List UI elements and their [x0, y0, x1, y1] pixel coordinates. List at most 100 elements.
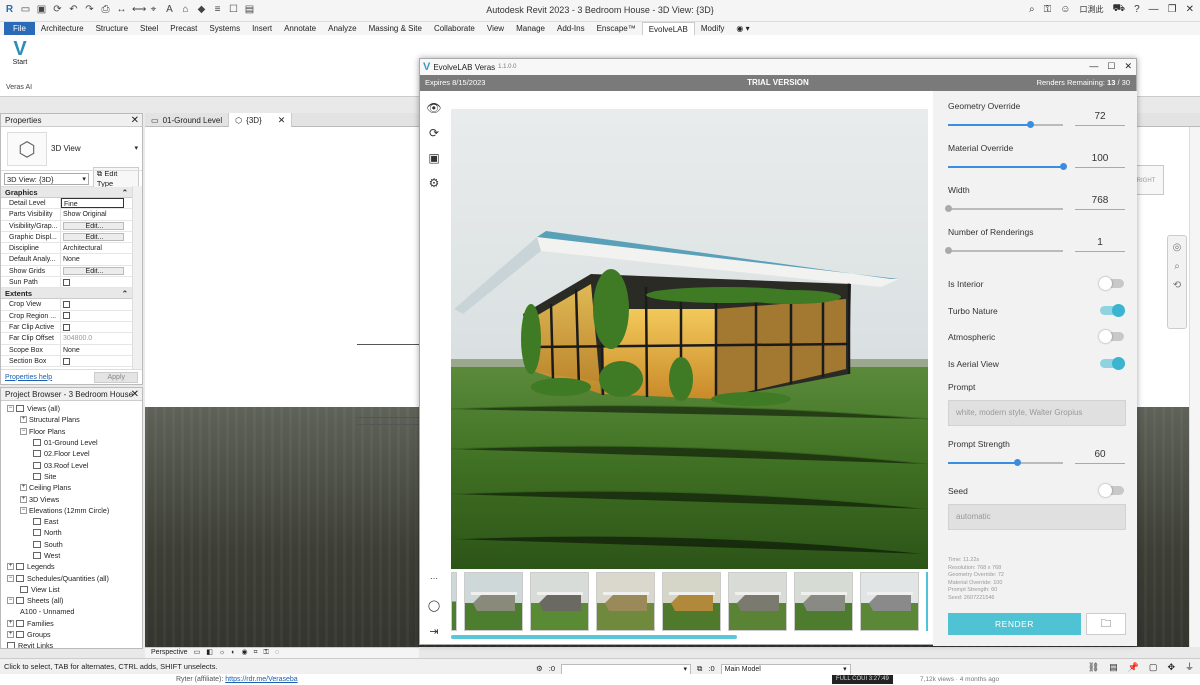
tab-file[interactable]: File: [4, 22, 35, 35]
atmospheric-toggle[interactable]: [1099, 330, 1124, 343]
close-icon[interactable]: ✕: [131, 388, 139, 401]
property-value[interactable]: [61, 322, 132, 332]
lock-icon[interactable]: ⚿: [264, 648, 269, 658]
tree-item[interactable]: + Families: [1, 618, 142, 629]
expand-toggle-icon[interactable]: −: [7, 574, 14, 582]
crop-icon[interactable]: ⌗: [254, 648, 258, 658]
is-interior-toggle[interactable]: [1099, 277, 1124, 290]
steering-wheel-icon[interactable]: ◎: [1173, 242, 1182, 253]
shadows-icon[interactable]: ◐: [231, 648, 235, 658]
minimize-icon[interactable]: —: [1089, 61, 1098, 72]
slider-handle[interactable]: [1013, 459, 1021, 466]
width-slider[interactable]: Width 768: [944, 185, 1128, 212]
property-section-header[interactable]: Extents ⌃: [1, 288, 132, 300]
tab-structure[interactable]: Structure: [90, 22, 134, 35]
expand-toggle-icon[interactable]: +: [7, 631, 14, 639]
property-section-header[interactable]: Graphics ⌃: [1, 187, 132, 198]
expand-toggle-icon[interactable]: −: [20, 427, 27, 435]
logout-icon[interactable]: ⇥: [426, 625, 442, 638]
tree-item[interactable]: South: [1, 539, 142, 550]
expand-toggle-icon[interactable]: −: [7, 405, 14, 413]
properties-help-link[interactable]: Properties help: [5, 374, 52, 381]
close-icon[interactable]: ✕: [1124, 61, 1132, 72]
render-thumbnail[interactable]: [794, 572, 853, 631]
checkbox[interactable]: [63, 278, 70, 286]
tree-item[interactable]: Revit Links: [1, 640, 142, 648]
checkbox[interactable]: [63, 312, 70, 320]
slider-handle[interactable]: [1027, 121, 1035, 128]
property-value[interactable]: [61, 311, 132, 321]
nodes-icon[interactable]: ⋯: [426, 574, 442, 583]
view-selector[interactable]: 3D View: {3D}: [4, 172, 89, 185]
user-icon[interactable]: ☺: [1060, 4, 1070, 15]
checkbox[interactable]: [63, 357, 70, 365]
close-icon[interactable]: ✕: [1186, 4, 1194, 15]
seed-input[interactable]: automatic: [948, 504, 1126, 530]
slider-handle[interactable]: [944, 205, 952, 212]
expand-toggle-icon[interactable]: +: [20, 484, 27, 492]
navigation-bar[interactable]: ◎ ⌕ ⟲: [1167, 235, 1187, 329]
checkbox[interactable]: [63, 301, 70, 309]
tree-item[interactable]: − Schedules/Quantities (all): [1, 572, 142, 583]
slider-value-input[interactable]: 60: [1075, 446, 1125, 464]
render-thumbnail-selected[interactable]: [926, 572, 928, 631]
tab-manage[interactable]: Manage: [510, 22, 551, 35]
chevron-down-icon[interactable]: ▾: [134, 144, 138, 152]
tree-item[interactable]: +3D Views: [1, 493, 142, 504]
tree-item[interactable]: A100 - Unnamed: [1, 606, 142, 617]
search-icon[interactable]: ⌕: [1029, 4, 1035, 15]
aerial-view-toggle[interactable]: [1100, 357, 1125, 370]
tab-architecture[interactable]: Architecture: [35, 22, 90, 35]
property-value[interactable]: Show Original: [61, 209, 132, 219]
tab-insert[interactable]: Insert: [246, 22, 278, 35]
maximize-icon[interactable]: ☐: [1107, 61, 1115, 72]
select-underlay-icon[interactable]: ▤: [1109, 659, 1118, 675]
veras-start-button[interactable]: V Start: [8, 39, 32, 66]
settings-icon[interactable]: ⚙: [426, 175, 442, 191]
tree-item[interactable]: 02.Floor Level: [1, 448, 142, 459]
slider-value-input[interactable]: 1: [1075, 234, 1125, 252]
tab-view[interactable]: View: [481, 22, 510, 35]
render-button[interactable]: RENDER: [948, 613, 1081, 635]
turbo-nature-toggle[interactable]: [1100, 304, 1125, 317]
visual-style-icon[interactable]: ◧: [206, 648, 213, 658]
eye-icon[interactable]: 👁: [426, 100, 442, 116]
properties-scrollbar[interactable]: [132, 186, 142, 369]
tree-item[interactable]: 03.Roof Level: [1, 459, 142, 470]
property-value[interactable]: Fine: [61, 198, 124, 209]
infocenter-icon[interactable]: ⚿: [1044, 4, 1052, 15]
tree-item[interactable]: − Elevations (12mm Circle): [1, 505, 142, 516]
property-value[interactable]: Architectural: [61, 243, 132, 253]
number-of-renderings-slider[interactable]: Number of Renderings 1: [944, 227, 1128, 254]
tree-item[interactable]: + Groups: [1, 629, 142, 640]
property-value[interactable]: Edit...: [63, 221, 124, 230]
render-thumbnail[interactable]: [451, 572, 457, 631]
render-thumbnail[interactable]: [530, 572, 589, 631]
ribbon-options-icon[interactable]: ◉ ▾: [730, 22, 755, 35]
detail-level-icon[interactable]: ▭: [194, 648, 201, 658]
cart-icon[interactable]: ⛟: [1112, 3, 1125, 16]
slider-track[interactable]: [948, 163, 1067, 170]
type-selector[interactable]: ⬡ 3D View ▾: [1, 127, 142, 171]
select-by-face-icon[interactable]: ▢: [1149, 659, 1158, 675]
property-value[interactable]: None: [61, 254, 132, 264]
tab-systems[interactable]: Systems: [203, 22, 246, 35]
render-thumbnail[interactable]: [662, 572, 721, 631]
filter-icon[interactable]: ⏚: [1185, 659, 1194, 675]
property-value[interactable]: Edit...: [63, 266, 124, 276]
slider-value-input[interactable]: 768: [1075, 192, 1125, 210]
tree-item[interactable]: − Views (all): [1, 403, 142, 414]
tab-modify[interactable]: Modify: [695, 22, 731, 35]
apply-button[interactable]: Apply: [94, 371, 138, 383]
slider-value-input[interactable]: 100: [1075, 150, 1125, 168]
property-value[interactable]: None: [61, 345, 132, 355]
tab-evolvelab[interactable]: EvolveLAB: [641, 22, 695, 35]
select-pinned-icon[interactable]: 📌: [1128, 659, 1139, 675]
tree-item[interactable]: North: [1, 527, 142, 538]
prompt-strength-slider[interactable]: Prompt Strength 60: [948, 439, 1128, 466]
zoom-icon[interactable]: ⌕: [1174, 261, 1180, 272]
expand-toggle-icon[interactable]: +: [20, 416, 27, 424]
tab-collaborate[interactable]: Collaborate: [428, 22, 481, 35]
tab-precast[interactable]: Precast: [164, 22, 203, 35]
render-thumbnail[interactable]: [860, 572, 919, 631]
